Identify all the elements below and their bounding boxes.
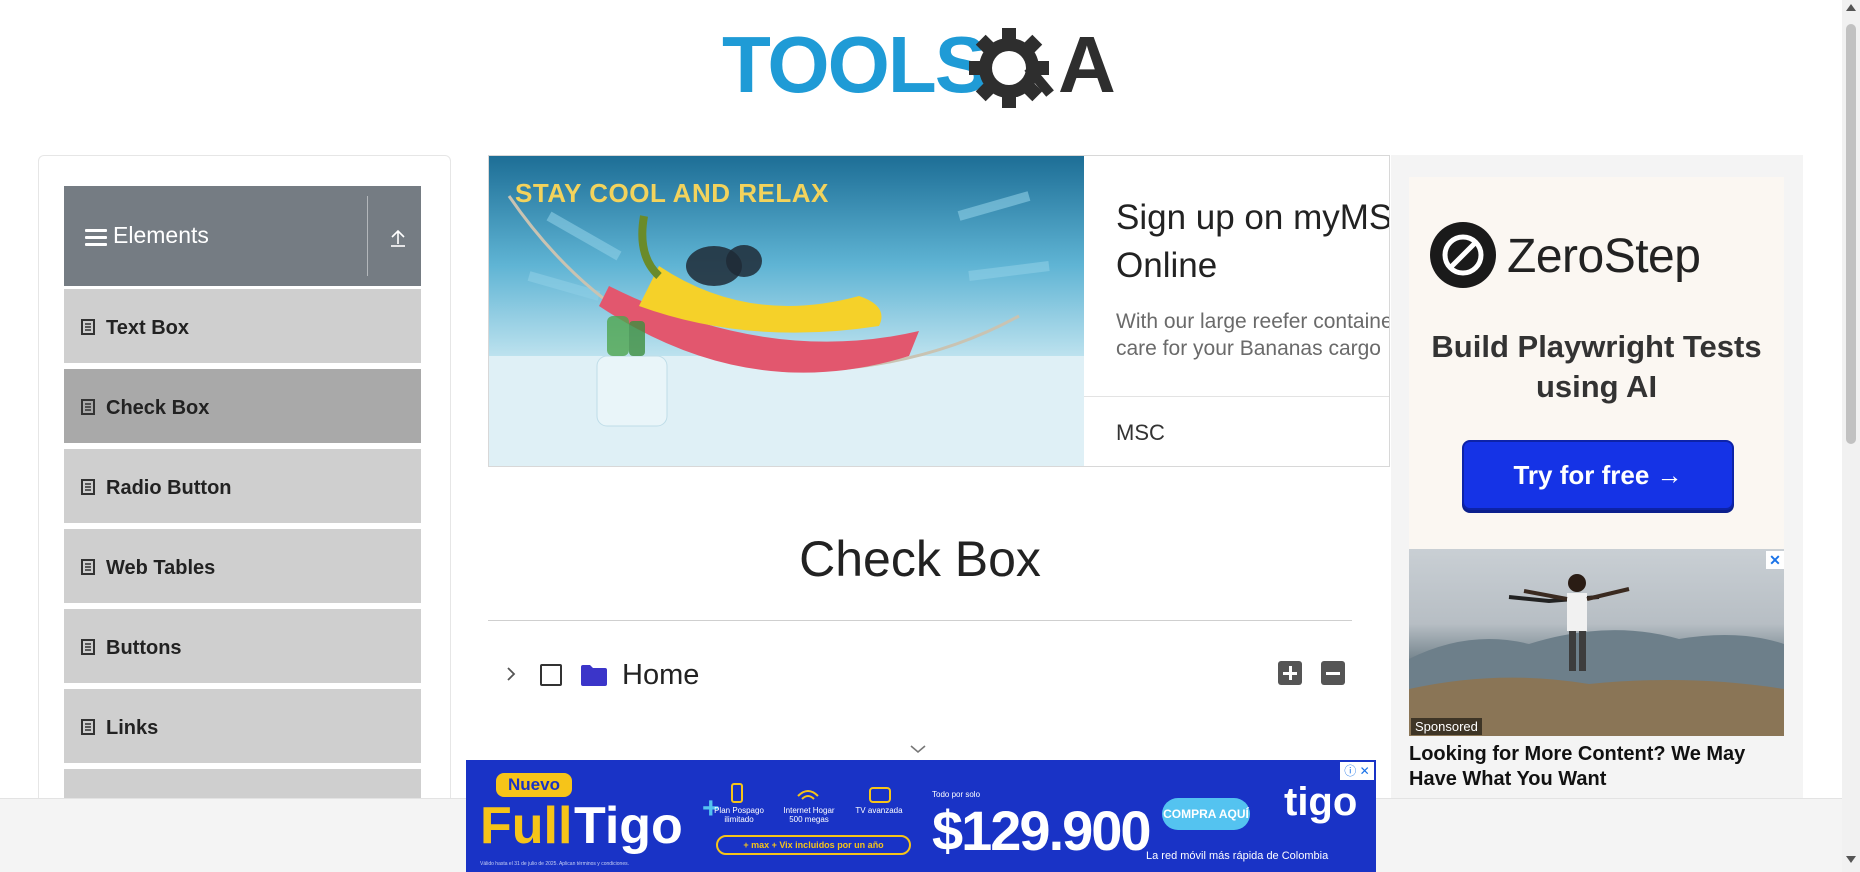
zerostep-ad[interactable]: ZeroStep Build Playwright Tests using AI… (1409, 177, 1784, 549)
page-title: Check Box (799, 531, 1041, 587)
expand-all-button[interactable] (1278, 661, 1302, 685)
document-icon (81, 399, 95, 415)
tigo-nuevo-badge: Nuevo (496, 773, 572, 797)
mountain-person-illustration (1409, 574, 1784, 736)
ad-brand[interactable]: MSC (1116, 420, 1165, 446)
right-ad-column: ZeroStep Build Playwright Tests using AI… (1391, 155, 1803, 800)
tigo-product-name: Tigo (574, 797, 683, 855)
document-icon (81, 319, 95, 335)
tigo-included-pill: + max + Vix incluidos por un año (716, 835, 911, 855)
tigo-feature-2: Internet Hogar 500 megas (783, 806, 835, 824)
tigo-feature-icons (731, 783, 891, 803)
try-for-free-button[interactable]: Try for free → (1462, 440, 1734, 510)
sidebar-item-links[interactable]: Links (64, 689, 421, 766)
tigo-feature-1: Plan Pospago ilimitado (714, 806, 764, 824)
ad-title[interactable]: Sign up on myMSC Online (1116, 194, 1389, 290)
svg-text:A: A (1058, 20, 1116, 109)
home-checkbox[interactable] (540, 664, 562, 686)
ad-description: With our large reefer containers, we car… (1116, 310, 1390, 360)
ad-choices-icon[interactable]: ⓘ ✕ (1340, 762, 1374, 780)
sidebar-item-radio-button[interactable]: Radio Button (64, 449, 421, 526)
sidebar-item-label: Buttons (106, 637, 182, 659)
sidebar-item-label: Radio Button (106, 477, 232, 499)
ad-image-banana-hammock: STAY COOL AND RELAX (489, 156, 1084, 466)
plus-icon-v (1288, 666, 1292, 680)
document-icon (81, 479, 95, 495)
sidebar-item-web-tables[interactable]: Web Tables (64, 529, 421, 606)
collapse-up-icon[interactable] (386, 226, 410, 250)
tigo-logo: tigo (1284, 780, 1358, 824)
tigo-product-prefix: Full (480, 797, 573, 855)
group-divider (367, 196, 368, 276)
ad-headline: STAY COOL AND RELAX (515, 178, 829, 208)
ad-text-block[interactable]: Sign up on myMSC Online With our large r… (1084, 156, 1390, 466)
sidebar-item-label: Check Box (106, 397, 210, 419)
tigo-price: $129.900 (932, 799, 1152, 862)
group-title: Elements (113, 222, 209, 248)
sponsored-headline[interactable]: Looking for More Content? We May Have Wh… (1409, 742, 1784, 792)
tree-node-home: Home (488, 655, 1352, 695)
toolsqa-logo[interactable]: TOOLS A (722, 20, 1124, 114)
compra-aqui-button[interactable]: COMPRA AQUÍ (1162, 798, 1250, 830)
collapse-all-button[interactable] (1321, 661, 1345, 685)
close-ad-icon[interactable]: ✕ (1766, 551, 1784, 569)
ad-separator (1084, 396, 1389, 397)
elements-group-header[interactable]: Elements (64, 186, 421, 286)
document-icon (81, 719, 95, 735)
minus-icon (1326, 671, 1340, 675)
tigo-ad-banner[interactable]: Nuevo Full Tigo + Plan Pospago ilimitado… (466, 760, 1376, 872)
chevron-down-icon[interactable] (908, 742, 928, 756)
sponsored-image[interactable]: ✕ Sponsored (1409, 549, 1784, 736)
tigo-fine-print: Válido hasta el 31 de julio de 2025. Apl… (480, 861, 629, 867)
sidebar-item-label: Links (106, 717, 159, 739)
page-scrollbar[interactable] (1842, 0, 1860, 872)
sidebar-item-check-box[interactable]: Check Box (64, 369, 421, 446)
hamburger-icon (85, 229, 107, 247)
scroll-up-arrow-icon[interactable] (1846, 4, 1856, 11)
title-divider (488, 620, 1352, 621)
chevron-right-icon[interactable] (500, 663, 522, 685)
zerostep-brand: ZeroStep (1507, 230, 1701, 283)
msc-ad-banner[interactable]: STAY COOL AND RELAX Sign up on myMSC Onl… (488, 155, 1390, 467)
scrollbar-thumb[interactable] (1846, 24, 1856, 444)
scroll-down-arrow-icon[interactable] (1846, 856, 1856, 863)
document-icon (81, 639, 95, 655)
tigo-slogan: La red móvil más rápida de Colombia (1146, 850, 1329, 862)
sidebar-item-label: Web Tables (106, 557, 216, 579)
svg-text:TOOLS: TOOLS (722, 20, 986, 109)
zerostep-logo-icon (1430, 222, 1496, 288)
zerostep-tagline: Build Playwright Tests using AI (1431, 329, 1762, 404)
sidebar-item-label: Text Box (106, 317, 189, 339)
toolsqa-logo-graphic: TOOLS A (722, 20, 1116, 109)
tree-node-label[interactable]: Home (622, 659, 699, 692)
tigo-feature-3: TV avanzada (855, 806, 903, 815)
sidebar-item-buttons[interactable]: Buttons (64, 609, 421, 686)
folder-icon (581, 665, 607, 686)
document-icon (81, 559, 95, 575)
sidebar-item-text-box[interactable]: Text Box (64, 289, 421, 366)
sponsored-tag: Sponsored (1411, 718, 1482, 735)
